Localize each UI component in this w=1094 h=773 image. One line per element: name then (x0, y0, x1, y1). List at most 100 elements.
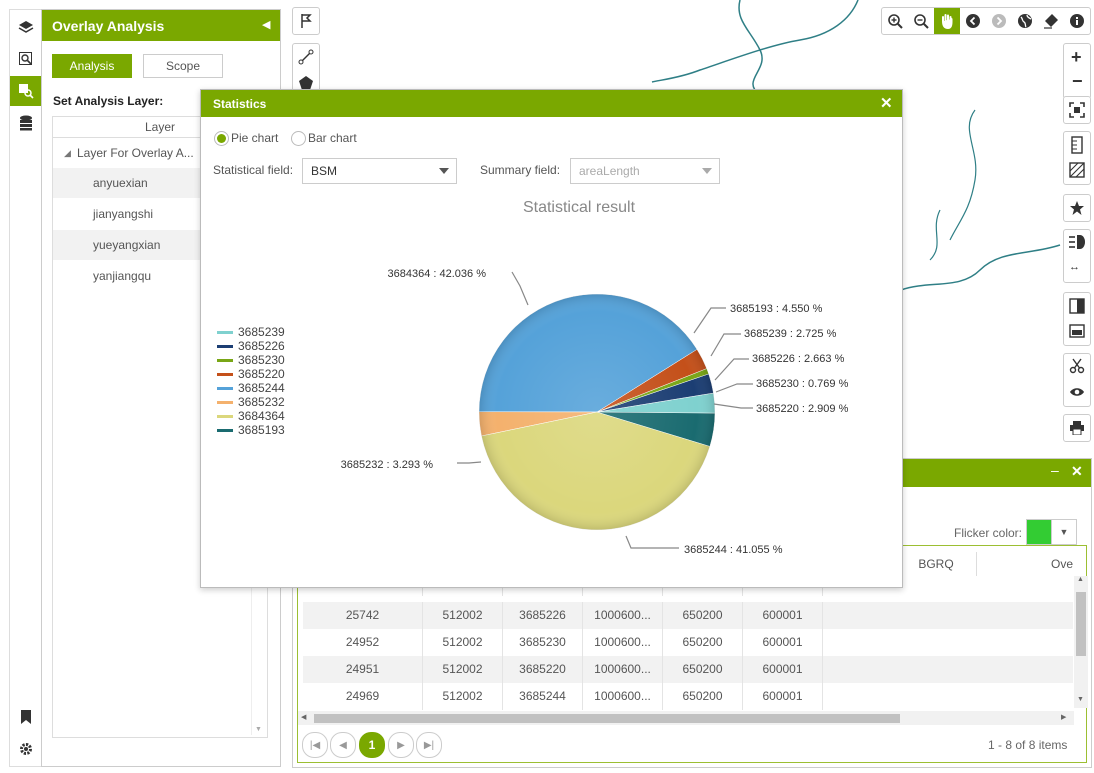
print-icon[interactable] (1063, 414, 1091, 442)
leader-line-3685193 (693, 307, 726, 334)
line-tool-icon[interactable] (298, 49, 314, 68)
panel-header: Overlay Analysis ◀ (42, 10, 280, 41)
measure-group (1063, 131, 1091, 185)
table-cell: 24969 (303, 683, 423, 710)
layer-item-label: yanjiangqu (93, 269, 152, 283)
flag-tool-icon[interactable] (292, 7, 320, 35)
leader-line-3685244 (625, 535, 679, 549)
compare-icon[interactable] (1069, 298, 1085, 317)
scroll-right-icon[interactable]: ▶ (1061, 713, 1066, 721)
overlay-analysis-icon[interactable] (10, 76, 42, 106)
table-row[interactable]: 24969 512002 3685244 1000600... 650200 6… (303, 683, 1073, 710)
table-cell: 1000600... (583, 683, 663, 710)
minimize-icon[interactable]: – (1051, 462, 1059, 478)
full-extent-icon[interactable] (1063, 96, 1091, 124)
forward-icon[interactable] (986, 8, 1012, 34)
settings-gear-icon[interactable] (10, 734, 42, 764)
leader-line-3685239 (710, 333, 741, 357)
table-cell: 3685244 (503, 683, 583, 710)
table-cell: 24951 (303, 656, 423, 683)
next-page-button[interactable]: ▶ (388, 732, 414, 758)
table-row[interactable]: 24952 512002 3685230 1000600... 650200 6… (303, 629, 1073, 656)
clip-eye-group (1063, 353, 1091, 407)
slice-label-3684364: 3684364 : 42.036 % (388, 268, 487, 280)
scroll-left-icon[interactable]: ◀ (301, 713, 306, 721)
flicker-color-dropdown[interactable]: ▼ (1051, 519, 1077, 545)
layers-icon[interactable] (10, 12, 42, 42)
scroll-down-icon[interactable]: ▼ (255, 726, 262, 733)
close-icon[interactable]: ✕ (1071, 463, 1083, 480)
horizontal-scrollbar[interactable]: ◀ ▶ (298, 711, 1074, 725)
pager-info: 1 - 8 of 8 items (988, 738, 1068, 752)
layer-switch-icon[interactable] (1069, 324, 1085, 341)
table-row[interactable]: 24951 512002 3685220 1000600... 650200 6… (303, 656, 1073, 683)
legend-swipe-group: ↔ (1063, 229, 1091, 283)
table-cell: 650200 (663, 683, 743, 710)
vertical-scrollbar[interactable]: ▲ ▼ (1074, 576, 1088, 708)
database-icon[interactable] (10, 108, 42, 138)
search-query-icon[interactable] (10, 44, 42, 74)
zoom-in-icon[interactable] (882, 8, 908, 34)
area-measure-icon[interactable] (1069, 162, 1085, 181)
minus-icon[interactable]: − (1072, 72, 1083, 90)
expand-triangle-icon[interactable]: ◢ (64, 138, 71, 168)
table-cell: 650200 (663, 656, 743, 683)
horizontal-scroll-thumb[interactable] (314, 714, 900, 723)
layer-item-label: yueyangxian (93, 238, 161, 252)
legend-icon[interactable] (1069, 235, 1085, 252)
table-cell: 512002 (423, 629, 503, 656)
table-row[interactable]: 25742 512002 3685226 1000600... 650200 6… (303, 602, 1073, 629)
table-cell: 24952 (303, 629, 423, 656)
flicker-color-label: Flicker color: (954, 526, 1023, 540)
table-cell: 1000600... (583, 629, 663, 656)
layer-item-label: anyuexian (93, 176, 148, 190)
table-cell: 600001 (743, 683, 823, 710)
tree-root-label: Layer For Overlay A... (77, 146, 194, 160)
plus-icon[interactable]: + (1071, 48, 1082, 66)
favorite-icon[interactable] (1063, 194, 1091, 222)
left-rail (9, 9, 42, 767)
first-page-button[interactable]: |◀ (302, 732, 328, 758)
eraser-icon[interactable] (1038, 8, 1064, 34)
eye-icon[interactable] (1069, 386, 1085, 401)
leader-line-3685226 (714, 358, 749, 381)
bookmark-icon[interactable] (10, 702, 42, 732)
set-layer-label: Set Analysis Layer: (53, 94, 164, 108)
pan-hand-icon[interactable] (934, 8, 960, 34)
scroll-up-icon[interactable]: ▲ (1077, 576, 1084, 583)
panel-title: Overlay Analysis (52, 18, 165, 34)
column-header-overlay[interactable]: Ove (977, 552, 1073, 576)
flicker-color-swatch[interactable] (1026, 519, 1052, 545)
tab-scope[interactable]: Scope (143, 54, 223, 78)
table-cell: 25742 (303, 602, 423, 629)
globe-icon[interactable] (1012, 8, 1038, 34)
statistics-dialog: Statistics ✕ Pie chart Bar chart Statist… (200, 89, 903, 588)
slice-label-3685239: 3685239 : 2.725 % (744, 328, 837, 340)
table-cell: 3685220 (503, 656, 583, 683)
pie-chart: 3685239 : 2.725 % 3685226 : 2.663 % 368523… (341, 268, 849, 556)
leader-line-3685232 (457, 461, 482, 464)
slice-label-3685193: 3685193 : 4.550 % (730, 303, 823, 315)
current-page-button[interactable]: 1 (359, 732, 385, 758)
slice-label-3685232: 3685232 : 3.293 % (341, 459, 434, 471)
prev-page-button[interactable]: ◀ (330, 732, 356, 758)
slice-label-3685220: 3685220 : 2.909 % (756, 403, 849, 415)
scissors-icon[interactable] (1069, 358, 1085, 377)
zoom-out-icon[interactable] (908, 8, 934, 34)
swipe-icon[interactable]: ↔ (1069, 261, 1080, 273)
column-header-bgrq[interactable]: BGRQ (896, 552, 977, 576)
collapse-arrow-icon[interactable]: ◀ (262, 18, 270, 31)
scroll-down-icon[interactable]: ▼ (1077, 696, 1084, 703)
vertical-scroll-thumb[interactable] (1076, 592, 1086, 656)
table-cell: 512002 (423, 602, 503, 629)
ruler-icon[interactable] (1071, 136, 1083, 157)
tab-analysis[interactable]: Analysis (52, 54, 132, 78)
last-page-button[interactable]: ▶| (416, 732, 442, 758)
leader-line-3685220 (713, 403, 753, 409)
map-toolbar (881, 7, 1091, 35)
table-cell: 512002 (423, 683, 503, 710)
table-cell: 3685226 (503, 602, 583, 629)
table-cell: 650200 (663, 602, 743, 629)
back-icon[interactable] (960, 8, 986, 34)
info-icon[interactable] (1064, 8, 1090, 34)
